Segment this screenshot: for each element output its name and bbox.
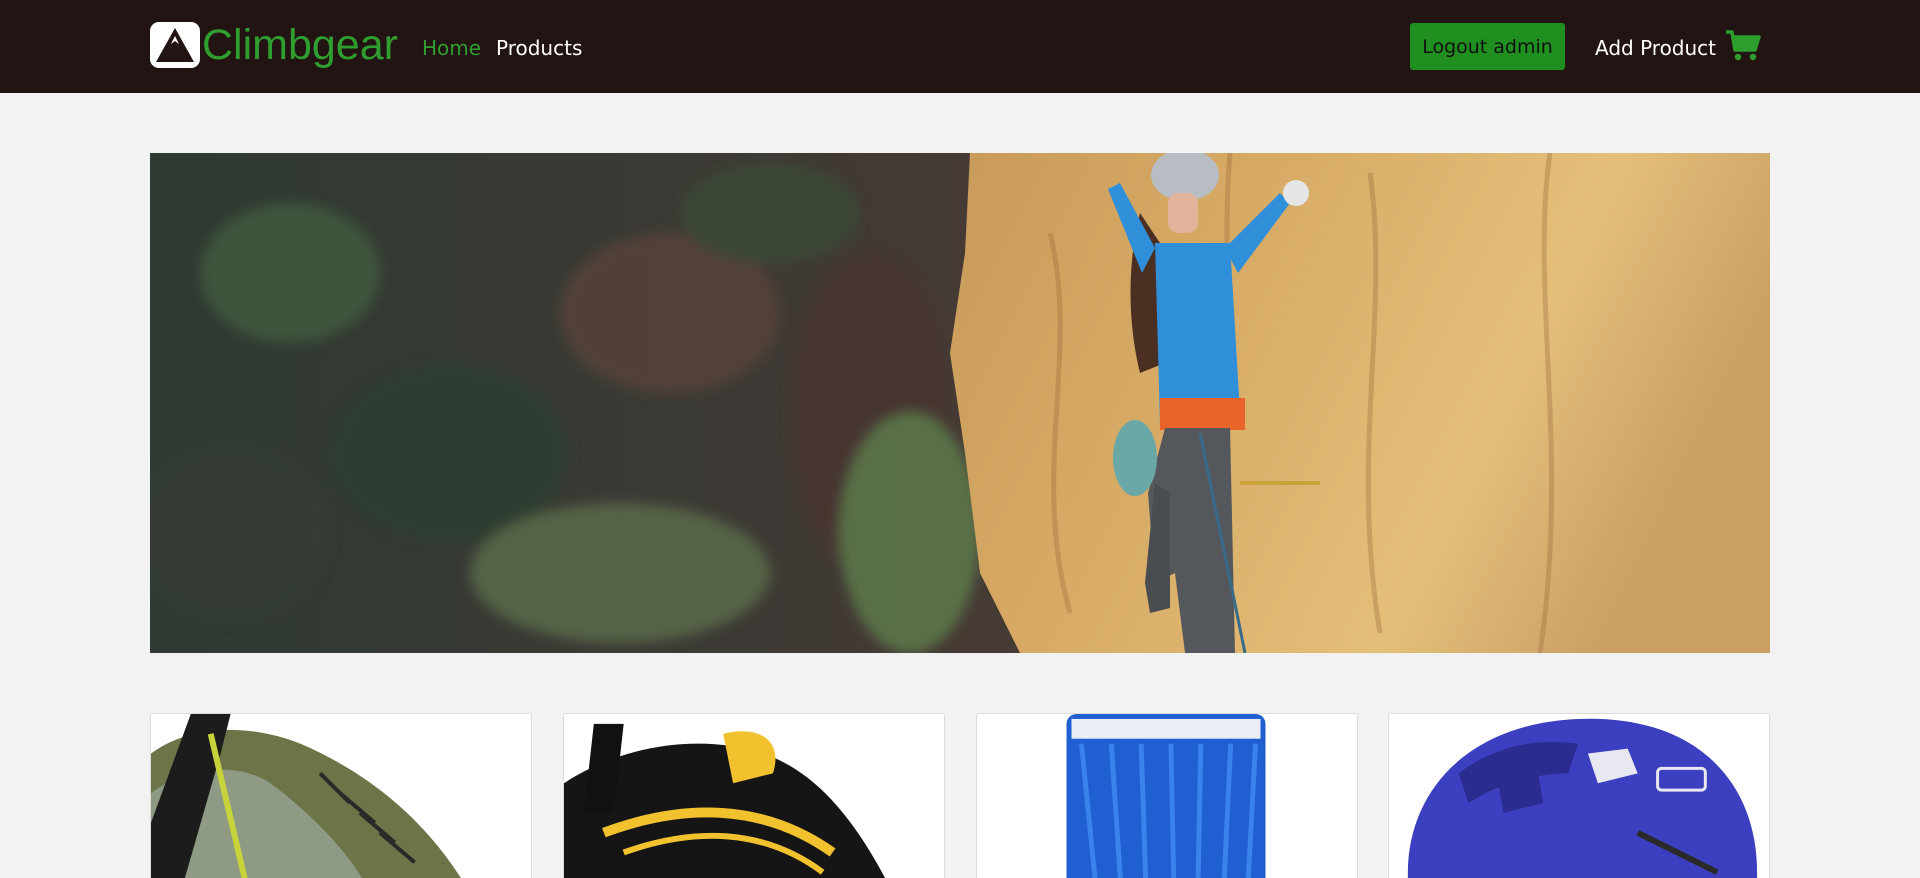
add-product-link[interactable]: Add Product [1595, 36, 1716, 60]
product-card[interactable] [150, 713, 532, 878]
black-yellow-climbing-shoe-image [564, 714, 944, 878]
brand-name: Climbgear [202, 21, 398, 69]
blue-climbing-rope-image [977, 714, 1357, 878]
mountain-logo-icon [150, 22, 200, 68]
product-grid [150, 713, 1770, 878]
product-card[interactable] [976, 713, 1358, 878]
shopping-cart-icon[interactable] [1725, 30, 1761, 62]
logout-button[interactable]: Logout admin [1410, 23, 1565, 70]
olive-climbing-shoe-image [151, 714, 531, 878]
product-card[interactable] [563, 713, 945, 878]
nav-products-link[interactable]: Products [496, 36, 582, 60]
nav-home-link[interactable]: Home [422, 36, 481, 60]
product-card[interactable] [1388, 713, 1770, 878]
brand-link[interactable]: Climbgear [150, 22, 398, 68]
hero-banner [150, 153, 1770, 653]
rock-climber-hero-image [150, 153, 1770, 653]
blue-petzl-helmet-image [1389, 714, 1769, 878]
navbar: Climbgear Home Products Logout admin Add… [0, 0, 1920, 93]
